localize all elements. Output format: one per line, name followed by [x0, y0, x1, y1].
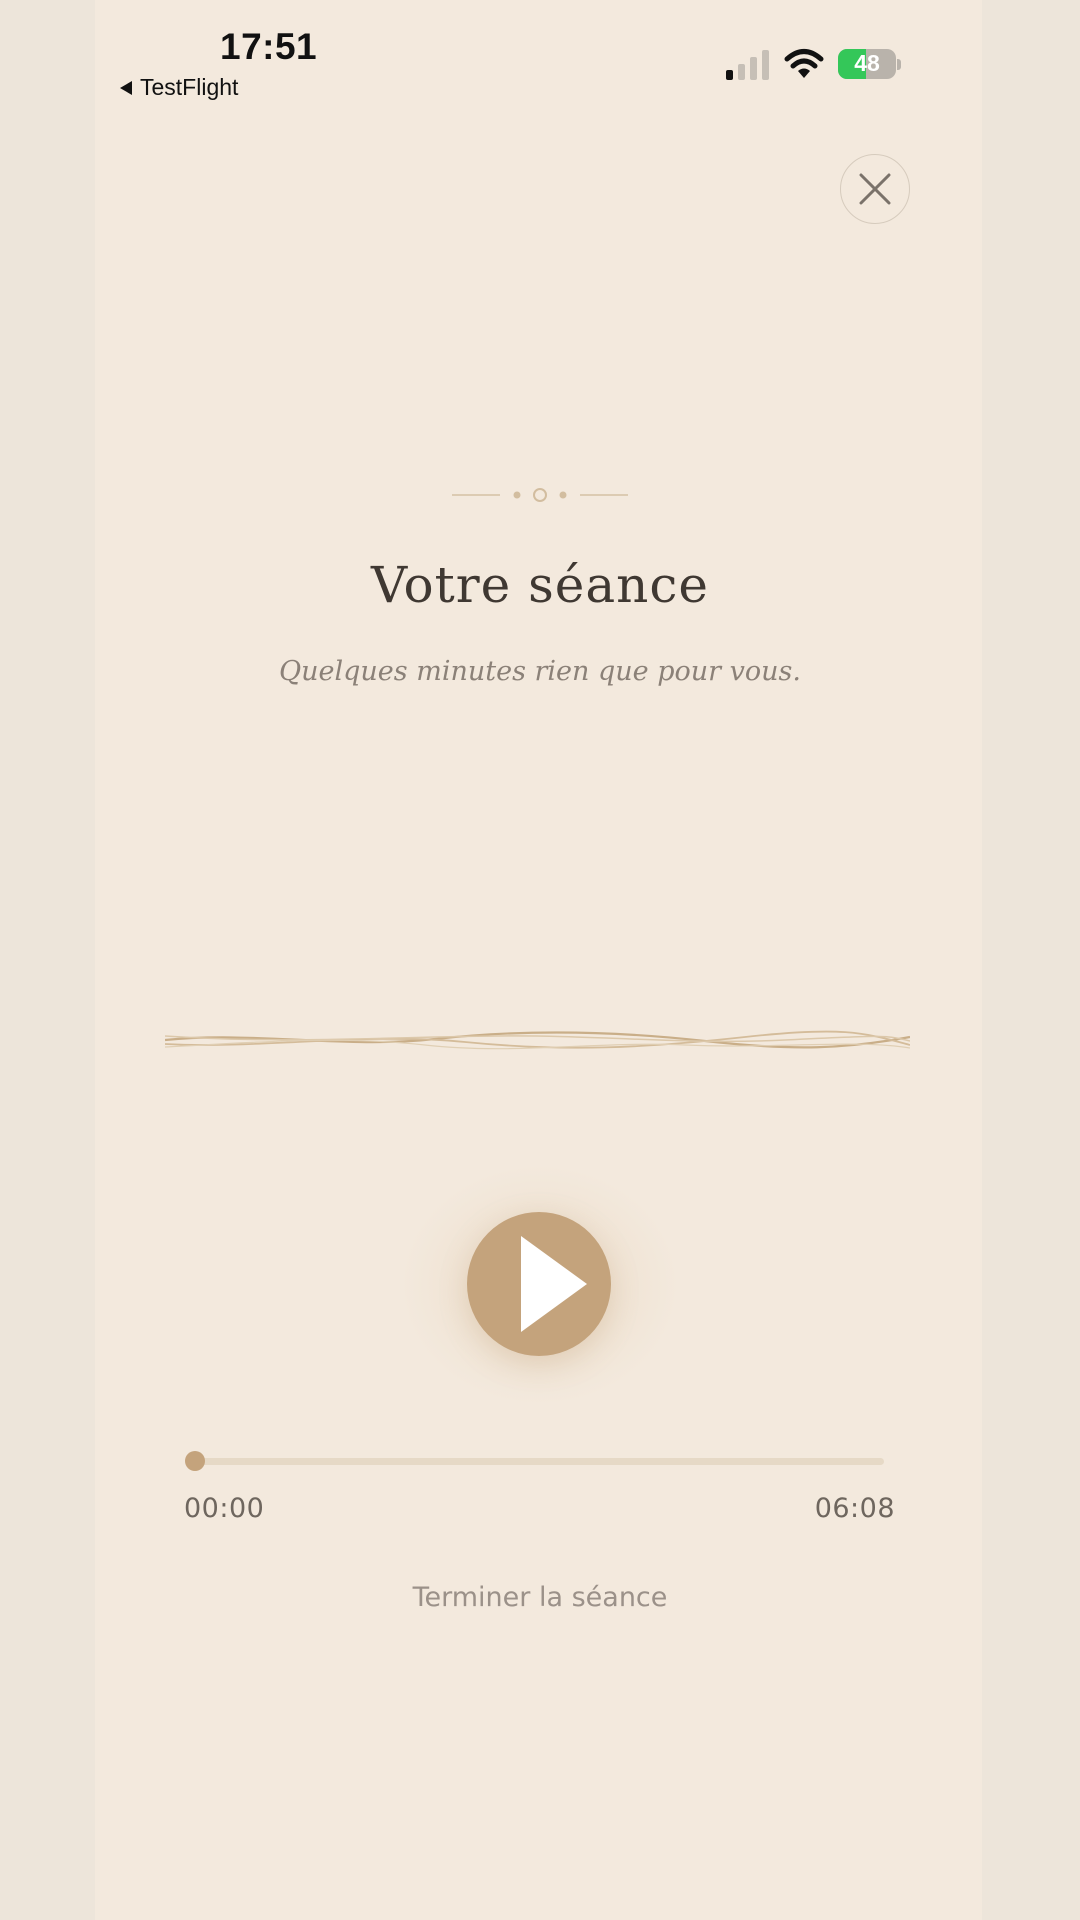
session-title: Votre séance: [371, 556, 709, 614]
finish-session-button[interactable]: Terminer la séance: [0, 1582, 1080, 1613]
session-panel: [95, 0, 982, 1920]
session-subtitle: Quelques minutes rien que pour vous.: [279, 656, 801, 687]
battery-charging-icon: 48: [838, 49, 896, 79]
current-time-label: 00:00: [184, 1493, 265, 1524]
progress-scrubber-handle[interactable]: [185, 1451, 205, 1471]
play-icon: [521, 1236, 587, 1332]
status-time: 17:51: [220, 26, 318, 67]
back-arrow-icon: [120, 80, 132, 95]
close-icon: [859, 173, 891, 205]
battery-cap: [897, 59, 901, 70]
progress-track[interactable]: [194, 1458, 884, 1465]
play-button[interactable]: [467, 1212, 611, 1356]
close-button[interactable]: [840, 154, 910, 224]
back-app-label: TestFlight: [140, 74, 239, 100]
ornament-divider: [452, 488, 628, 502]
audio-waveform: [165, 1030, 910, 1050]
battery-level-text: 48: [854, 50, 880, 76]
cellular-signal-icon: [726, 50, 769, 80]
duration-label: 06:08: [814, 1493, 895, 1524]
back-to-app-link[interactable]: TestFlight: [120, 74, 238, 101]
wifi-icon: [784, 49, 824, 78]
